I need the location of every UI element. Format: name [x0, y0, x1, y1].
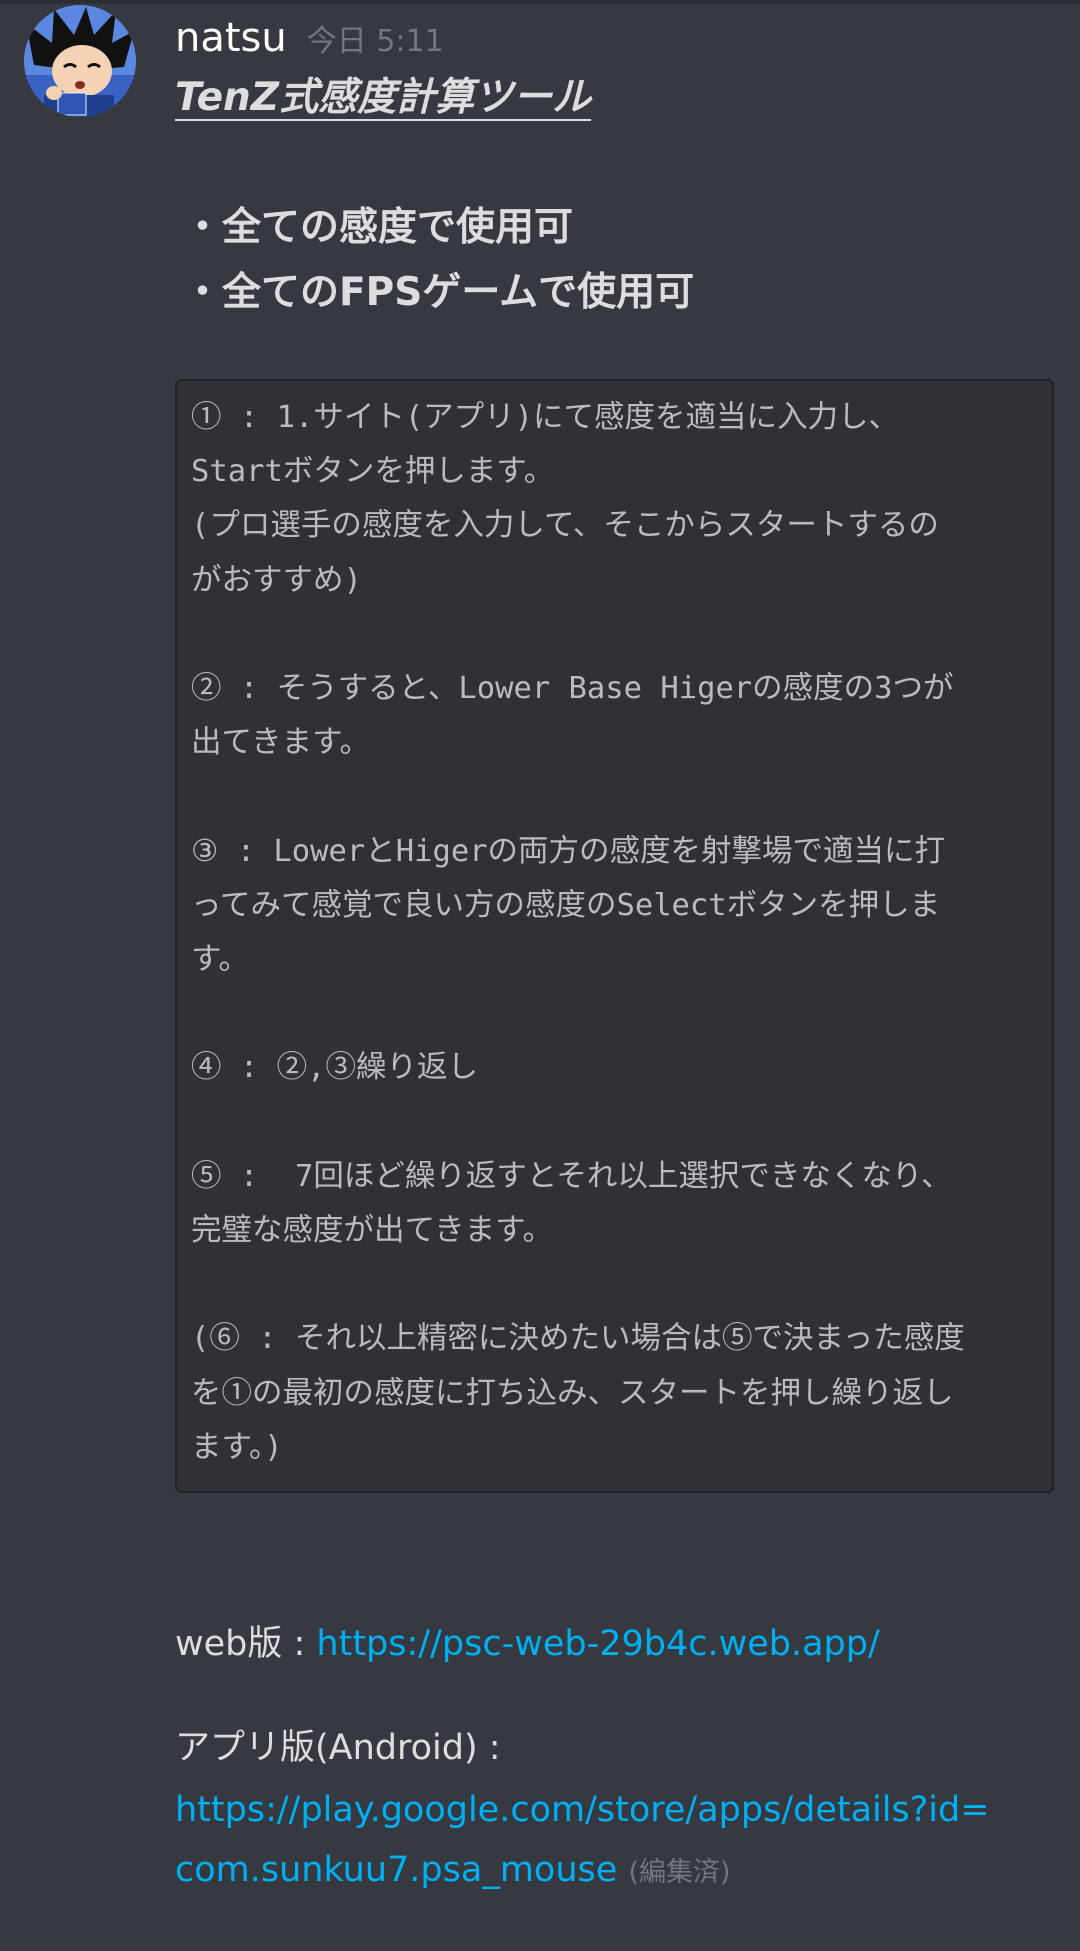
code-line: Startボタンを押します。	[191, 454, 555, 490]
code-line: ⑤ : 7回ほど繰り返すとそれ以上選択できなくなり、	[191, 1158, 952, 1194]
app-link-part-1[interactable]: https://play.google.com/store/apps/detai…	[175, 1790, 990, 1830]
code-line: (プロ選手の感度を入力して、そこからスタートするの	[191, 508, 939, 544]
links-section: web版 : https://psc-web-29b4c.web.app/ アプ…	[175, 1614, 990, 1903]
code-line: ③ : LowerとHigerの両方の感度を射撃場で適当に打	[191, 833, 946, 869]
username[interactable]: natsu	[175, 10, 287, 66]
anime-character-avatar-icon	[24, 5, 136, 117]
web-label: web版 :	[175, 1624, 317, 1664]
app-link-row: https://play.google.com/store/apps/detai…	[175, 1780, 990, 1840]
code-line: す。	[191, 942, 249, 977]
top-divider	[0, 0, 1080, 4]
code-block: ① : 1.サイト(アプリ)にて感度を適当に入力し、 Startボタンを押します。…	[175, 379, 1054, 1493]
code-line: ④ : ②,③繰り返し	[191, 1050, 478, 1086]
app-label: アプリ版(Android) :	[175, 1728, 501, 1768]
feature-item: ・全てのFPSゲームで使用可	[183, 270, 695, 315]
user-avatar[interactable]	[24, 5, 136, 117]
web-link[interactable]: https://psc-web-29b4c.web.app/	[316, 1624, 879, 1664]
app-link-part-2[interactable]: com.sunkuu7.psa_mouse	[175, 1850, 617, 1890]
code-line: ① : 1.サイト(アプリ)にて感度を適当に入力し、	[191, 400, 900, 435]
code-line: 出てきます。	[191, 725, 371, 761]
app-link-row-2: com.sunkuu7.psa_mouse (編集済)	[175, 1840, 990, 1903]
web-link-row: web版 : https://psc-web-29b4c.web.app/	[175, 1614, 990, 1674]
feature-list: ・全ての感度で使用可 ・全てのFPSゲームで使用可	[183, 195, 694, 325]
code-line: がおすすめ)	[191, 562, 362, 598]
code-line: 完璧な感度が出てきます。	[191, 1212, 554, 1248]
message-header: natsu 今日 5:11	[175, 10, 444, 66]
edited-indicator: (編集済)	[628, 1857, 731, 1888]
timestamp: 今日 5:11	[306, 24, 444, 59]
message-title: TenZ式感度計算ツール	[175, 75, 592, 120]
code-line: ② : そうすると、Lower Base Higerの感度の3つが	[191, 671, 954, 706]
code-line: を①の最初の感度に打ち込み、スタートを押し繰り返し	[191, 1375, 954, 1411]
code-line: ます。)	[191, 1429, 283, 1465]
feature-item: ・全ての感度で使用可	[183, 205, 574, 250]
code-line: (⑥ : それ以上精密に決めたい場合は⑤で決まった感度	[191, 1321, 965, 1357]
code-line: ってみて感覚で良い方の感度のSelectボタンを押しま	[191, 887, 941, 923]
